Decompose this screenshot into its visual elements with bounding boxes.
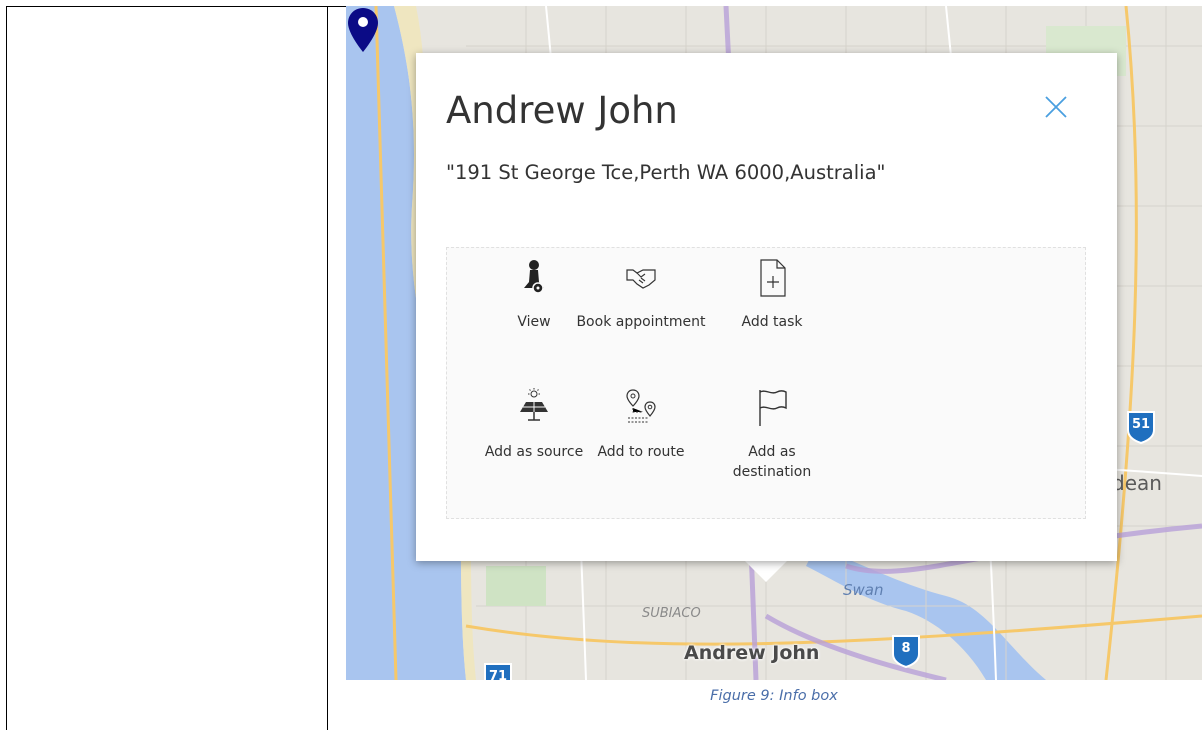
highway-shield-8: 8 [891,634,921,668]
action-panel: View Book appointment Add task Add as so… [446,247,1086,519]
info-box-title: Andrew John [446,89,678,132]
book-appointment-button[interactable]: Book appointment [576,258,706,332]
handshake-icon [626,269,656,289]
table-column-divider [327,6,328,730]
book-appointment-label: Book appointment [576,314,706,330]
highway-shield-51: 51 [1126,410,1156,444]
add-as-destination-label: Add as destination [732,444,812,480]
close-icon[interactable] [1036,87,1076,127]
map-pin-label: Andrew John [684,642,820,664]
info-box-address: "191 St George Tce,Perth WA 6000,Austral… [446,161,886,184]
solar-panel-icon [520,388,548,421]
add-task-label: Add task [741,314,803,330]
table-border-left [6,6,7,730]
add-task-icon [760,259,786,297]
map-place-partial-label: dean [1112,471,1162,495]
map-place-subiaco: SUBIACO [642,606,701,621]
flag-icon [759,390,787,426]
infobox-pointer [744,560,788,582]
route-icon [626,389,656,423]
add-to-route-button[interactable]: Add to route [576,388,706,462]
add-to-route-label: Add to route [597,444,685,460]
map-pin-icon[interactable] [346,6,380,56]
add-as-destination-button[interactable]: Add as destination [707,388,837,482]
info-box: Andrew John "191 St George Tce,Perth WA … [416,53,1117,561]
add-task-button[interactable]: Add task [707,258,837,332]
highway-shield-71: 71 [483,662,513,680]
map-place-swan: Swan [843,581,884,599]
figure-caption: Figure 9: Info box [710,688,838,704]
person-pin-icon [524,260,544,294]
